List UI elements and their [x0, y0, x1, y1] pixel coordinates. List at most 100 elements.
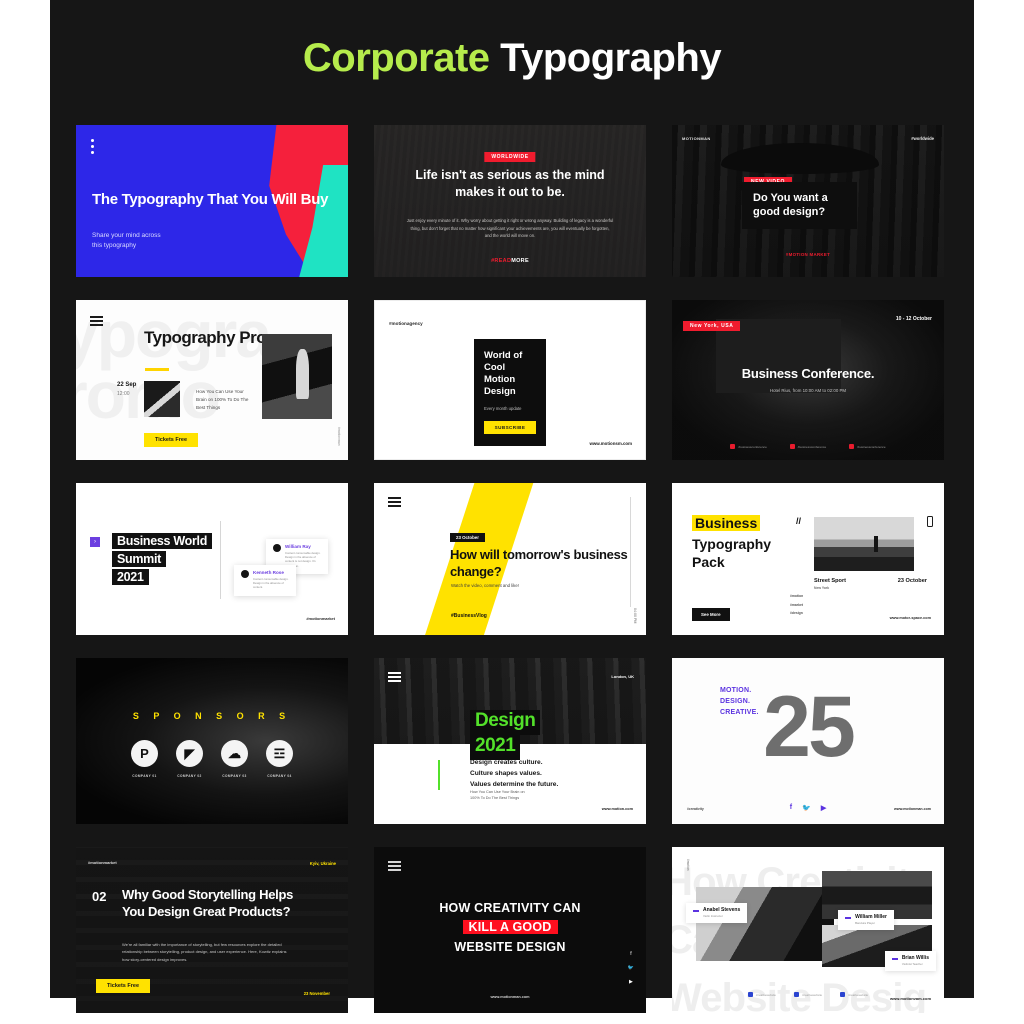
- card-headline: Design 2021: [470, 710, 541, 760]
- see-more-button[interactable]: See More: [692, 608, 730, 621]
- card-body: How You Can Use Your Brain on 100% To Do…: [196, 389, 249, 411]
- twitter-icon[interactable]: /creativewebsite: [793, 992, 822, 997]
- hamburger-icon[interactable]: [388, 672, 401, 685]
- facebook-icon[interactable]: f: [630, 951, 631, 957]
- behance-icon: ◤: [176, 740, 203, 767]
- page-title-rest: Typography: [489, 36, 722, 80]
- youtube-label: /creativewebsite: [848, 992, 869, 997]
- manifesto-text: Design creates culture. Culture shapes v…: [470, 759, 559, 788]
- badge-label: WORLDWIDE: [484, 152, 536, 162]
- list-item[interactable]: ☁ COMPANY 03: [221, 740, 248, 778]
- hamburger-icon[interactable]: [388, 861, 401, 874]
- website-url: www.motionsm.com: [589, 441, 632, 446]
- accent-bar: [438, 760, 440, 790]
- vertical-divider: [220, 521, 221, 599]
- card-headline: How will tomorrow's business change?: [450, 547, 628, 579]
- slash-mark: //: [796, 516, 802, 526]
- tickets-free-button[interactable]: Tickets Free: [96, 979, 151, 993]
- card-how-creativity-can-kill[interactable]: HOW CREATIVITY CAN KILL A GOOD WEBSITE D…: [374, 847, 646, 1013]
- headline-line-1: Design: [470, 710, 541, 735]
- twitter-label: /businessconference: [797, 444, 827, 449]
- card-how-will-tomorrows-business-change[interactable]: 23 October How will tomorrow's business …: [374, 483, 646, 635]
- facebook-icon[interactable]: /businessconference: [730, 444, 767, 449]
- facebook-icon[interactable]: /creativewebsite: [747, 992, 776, 997]
- headline-line-3: 2021: [112, 569, 149, 585]
- person-role: Bandura Player: [855, 921, 876, 925]
- card-life-isnt-as-serious[interactable]: WORLDWIDE Life isn't as serious as the m…: [374, 125, 646, 277]
- media-city: New York: [814, 586, 830, 590]
- person-name: William Miller: [855, 914, 887, 920]
- person-label[interactable]: Brian Willis Violinist Teacher: [884, 951, 936, 971]
- website-url: www.motion.com: [601, 807, 633, 811]
- event-date: 22 Sep: [117, 382, 137, 388]
- kebab-menu-icon[interactable]: [91, 139, 94, 157]
- testimonial-name: Kenneth Rose: [253, 570, 284, 575]
- list-item[interactable]: ◤ COMPANY 02: [176, 740, 203, 778]
- market-tag: #motionmarket: [88, 860, 117, 865]
- twitter-icon[interactable]: 🐦: [802, 804, 811, 812]
- read-more-link[interactable]: #READMORE: [491, 258, 529, 264]
- read-more-hash: #READ: [491, 258, 512, 264]
- card-business-conference[interactable]: New York, USA 10 - 12 October Business C…: [672, 300, 944, 460]
- chevron-right-icon[interactable]: ›: [90, 537, 100, 547]
- sponsor-label: COMPANY 03: [222, 774, 247, 778]
- youtube-icon[interactable]: /creativewebsite: [840, 992, 868, 997]
- card-why-good-storytelling[interactable]: #motionmarket Kyiv, Ukraine 02 Why Good …: [76, 847, 348, 1013]
- tag-item: #market: [790, 602, 804, 607]
- audio-wave-icon: ☲: [266, 740, 293, 767]
- card-creativity-website-design-people[interactable]: How Creativity Can Website Desig #motion…: [672, 847, 944, 1013]
- person-name: Brian Willis: [901, 955, 929, 961]
- youtube-icon[interactable]: ▶: [629, 979, 633, 985]
- location-badge: New York, USA: [683, 314, 741, 332]
- card-subtext: Share your mind across this typography: [92, 232, 161, 250]
- testimonial-card[interactable]: Kenneth Rose Content consumable design. …: [234, 565, 296, 596]
- card-headline: Business World Summit 2021: [112, 533, 213, 587]
- hamburger-icon[interactable]: [90, 316, 103, 329]
- avatar: [273, 544, 281, 552]
- card-do-you-want-a-good-design[interactable]: MOTIONMAN #worldwide NEW VIDEO Do You wa…: [672, 125, 944, 277]
- kicker-text: MOTION. DESIGN. CREATIVE.: [720, 687, 759, 716]
- youtube-icon[interactable]: /businessconference: [849, 444, 886, 449]
- sponsors-title: S P O N S O R S: [132, 711, 292, 721]
- person-role: Violin Instructor: [703, 914, 723, 918]
- list-item[interactable]: ☲ COMPANY 04: [266, 740, 293, 778]
- dash-marker: [891, 958, 898, 960]
- page-title: Corporate Typography: [50, 0, 974, 81]
- testimonial-name: William Ray: [285, 544, 311, 549]
- content-box: World of Cool Motion Design Every month …: [474, 339, 546, 446]
- hamburger-icon[interactable]: [388, 497, 401, 510]
- headline-highlight-text: Business: [692, 515, 761, 531]
- card-sponsors[interactable]: S P O N S O R S P COMPANY 01 ◤ COMPANY 0…: [76, 658, 348, 824]
- page-title-highlight: Corporate: [302, 36, 490, 80]
- vertical-tag: #motionman: [337, 427, 341, 446]
- card-world-of-cool-motion-design[interactable]: #motionagency World of Cool Motion Desig…: [374, 300, 646, 460]
- website-url: www.motor-space.com: [889, 616, 931, 620]
- person-role: Violinist Teacher: [901, 962, 923, 966]
- poster-canvas: Corporate Typography The Typography That…: [50, 0, 974, 1013]
- card-headline: Do You want a good design?: [753, 192, 828, 219]
- facebook-icon[interactable]: f: [790, 804, 792, 812]
- twitter-icon[interactable]: 🐦: [628, 965, 634, 971]
- youtube-icon[interactable]: ▶: [821, 804, 826, 812]
- card-typography-promo[interactable]: ypogra romo Typography Promo 22 Sep 12:0…: [76, 300, 348, 460]
- card-body: We're all familiar with the importance o…: [122, 942, 287, 962]
- card-motion-design-creative-25[interactable]: 25 MOTION. DESIGN. CREATIVE. #creativity…: [672, 658, 944, 824]
- twitter-icon[interactable]: /businessconference: [789, 444, 827, 449]
- location-label: London, UK: [611, 674, 634, 679]
- phone-icon: [927, 516, 933, 527]
- card-business-typography-pack[interactable]: Business Typography Pack // Street Sport…: [672, 483, 944, 635]
- person-label[interactable]: Anabel Stevens Violin Instructor: [686, 903, 748, 923]
- card-design-2021[interactable]: London, UK Design 2021 Design creates cu…: [374, 658, 646, 824]
- read-more-word: MORE: [511, 258, 529, 264]
- card-headline: Why Good Storytelling Helps You Design G…: [122, 887, 294, 919]
- tickets-free-button[interactable]: Tickets Free: [144, 433, 199, 447]
- brand-label: MOTIONMAN: [682, 136, 711, 141]
- card-typography-that-you-will-buy[interactable]: The Typography That You Will Buy Share y…: [76, 125, 348, 277]
- sponsor-label: COMPANY 02: [177, 774, 202, 778]
- list-item[interactable]: P COMPANY 01: [131, 740, 158, 778]
- person-label[interactable]: William Miller Bandura Player: [838, 910, 894, 930]
- card-body: Just enjoy every minute of it. Why worry…: [406, 218, 614, 239]
- website-url: www.motionvam.com: [890, 996, 931, 1001]
- card-business-world-summit[interactable]: › Business World Summit 2021 William Ray…: [76, 483, 348, 635]
- subscribe-button[interactable]: SUBSCRIBE: [484, 420, 536, 434]
